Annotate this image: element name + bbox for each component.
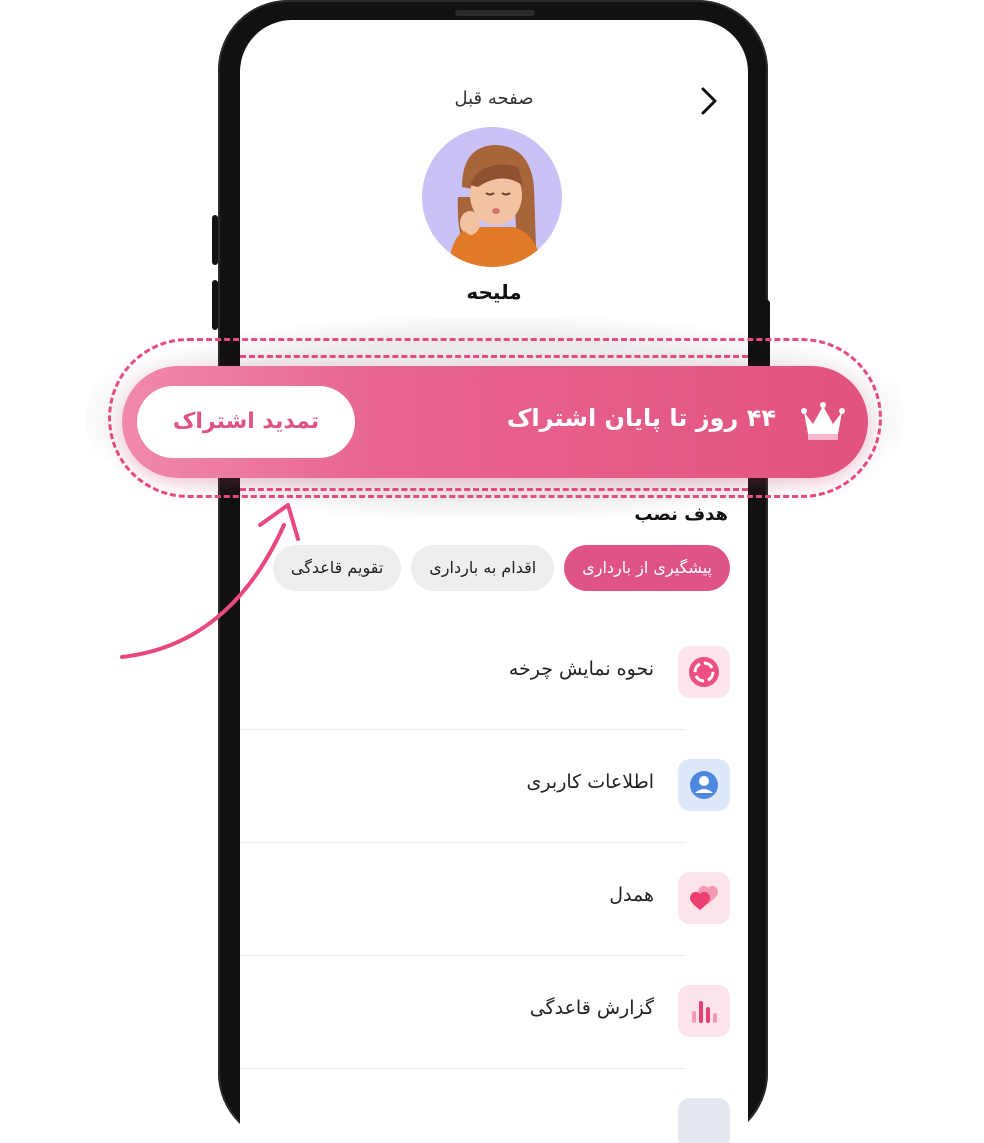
cycle-icon	[678, 646, 730, 698]
bar-chart-icon	[678, 985, 730, 1037]
crown-icon	[801, 402, 845, 440]
chip-prevent-pregnancy[interactable]: پیشگیری از بارداری	[564, 545, 730, 591]
divider	[240, 1068, 686, 1069]
goal-chips: پیشگیری از بارداریاقدام به بارداریتقویم …	[263, 545, 730, 593]
header: صفحه قبل	[240, 86, 748, 120]
menu-label: گزارش قاعدگی	[529, 997, 654, 1019]
divider	[240, 842, 686, 843]
avatar[interactable]	[422, 127, 562, 267]
hearts-icon	[678, 872, 730, 924]
volume-up-button	[212, 215, 218, 265]
banner-guide-bottom	[240, 488, 748, 491]
speaker-slot	[455, 10, 535, 16]
subscription-banner[interactable]: ۴۴ روز تا پایان اشتراک تمدید اشتراک	[122, 366, 868, 478]
avatar-illustration	[448, 145, 542, 267]
chip-try-pregnancy[interactable]: اقدام به بارداری	[411, 545, 555, 591]
back-label[interactable]: صفحه قبل	[240, 88, 748, 109]
renew-subscription-button[interactable]: تمدید اشتراک	[137, 386, 355, 458]
subscription-days-remaining: ۴۴ روز تا پایان اشتراک	[506, 404, 776, 432]
menu-item-hamdel[interactable]: همدل	[240, 872, 748, 985]
chevron-right-icon[interactable]	[698, 86, 720, 116]
arrow-pointer-icon	[120, 503, 300, 659]
divider	[240, 729, 686, 730]
menu-label: نحوه نمایش چرخه	[508, 658, 654, 680]
menu-label: همدل	[609, 884, 654, 906]
menu-item-period-report[interactable]: گزارش قاعدگی	[240, 985, 748, 1098]
app-screen: صفحه قبل ملیحه هدف نصب پیشگیری از باردار…	[240, 20, 748, 1143]
profile-name: ملیحه	[466, 280, 522, 304]
menu-item-cycle-display[interactable]: نحوه نمایش چرخه	[240, 646, 748, 759]
user-icon	[678, 759, 730, 811]
divider	[240, 955, 686, 956]
banner-guide-top	[240, 355, 748, 358]
settings-icon[interactable]	[678, 1098, 730, 1143]
menu-label: اطلاعات کاربری	[526, 771, 654, 793]
menu-item-user-info[interactable]: اطلاعات کاربری	[240, 759, 748, 872]
